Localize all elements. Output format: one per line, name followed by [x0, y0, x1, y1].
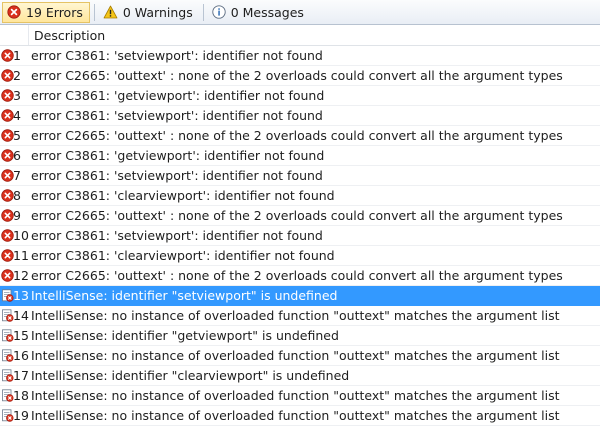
row-number: 19 [13, 408, 29, 423]
error-list-row[interactable]: 16 IntelliSense: no instance of overloade… [0, 346, 600, 366]
error-description: IntelliSense: identifier "setviewport" i… [31, 288, 338, 303]
error-list-row[interactable]: 13 IntelliSense: identifier "setviewport"… [0, 286, 600, 306]
column-header-row: Description [0, 25, 600, 46]
error-description: error C3861: 'setviewport': identifier n… [31, 48, 323, 63]
error-list-row[interactable]: 5 error C2665: 'outtext' : none of the 2 … [0, 126, 600, 146]
error-description: error C2665: 'outtext' : none of the 2 o… [31, 268, 563, 283]
row-number: 18 [13, 388, 29, 403]
error-list-row[interactable]: 6 error C3861: 'getviewport': identifier … [0, 146, 600, 166]
error-list-row[interactable]: 12 error C2665: 'outtext' : none of the 2… [0, 266, 600, 286]
row-number: 8 [13, 188, 21, 203]
row-number: 7 [13, 168, 21, 183]
row-number: 11 [13, 248, 29, 263]
error-list-row[interactable]: 18 IntelliSense: no instance of overloade… [0, 386, 600, 406]
error-description: error C2665: 'outtext' : none of the 2 o… [31, 128, 563, 143]
row-number: 5 [13, 128, 21, 143]
errors-filter-label: 19 Errors [26, 4, 83, 20]
description-column-header[interactable]: Description [34, 28, 105, 43]
error-list-row[interactable]: 15 IntelliSense: identifier "getviewport"… [0, 326, 600, 346]
row-number: 6 [13, 148, 21, 163]
warning-icon [103, 5, 118, 19]
row-number: 10 [13, 228, 29, 243]
row-number: 13 [13, 288, 29, 303]
row-number: 4 [13, 108, 21, 123]
row-number: 9 [13, 208, 21, 223]
warnings-filter-label: 0 Warnings [122, 4, 193, 20]
index-column-header[interactable] [0, 25, 29, 45]
error-description: IntelliSense: identifier "clearviewport"… [31, 368, 350, 383]
messages-filter-button[interactable]: 0 Messages [208, 2, 310, 23]
error-list-row[interactable]: 8 error C3861: 'clearviewport': identifie… [0, 186, 600, 206]
error-list: 1 error C3861: 'setviewport': identifier … [0, 46, 600, 426]
row-number: 16 [13, 348, 29, 363]
info-icon [212, 5, 226, 19]
warnings-filter-button[interactable]: 0 Warnings [99, 2, 199, 23]
error-list-row[interactable]: 7 error C3861: 'setviewport': identifier … [0, 166, 600, 186]
error-icon [7, 5, 21, 19]
error-description: error C3861: 'clearviewport': identifier… [31, 248, 335, 263]
error-list-row[interactable]: 1 error C3861: 'setviewport': identifier … [0, 46, 600, 66]
error-list-row[interactable]: 17 IntelliSense: identifier "clearviewpor… [0, 366, 600, 386]
row-number: 3 [13, 88, 21, 103]
error-list-row[interactable]: 10 error C3861: 'setviewport': identifier… [0, 226, 600, 246]
error-list-row[interactable]: 14 IntelliSense: no instance of overloade… [0, 306, 600, 326]
error-list-toolbar: 19 Errors 0 Warnings 0 Messages [0, 0, 600, 25]
error-description: error C3861: 'setviewport': identifier n… [31, 168, 323, 183]
row-number: 14 [13, 308, 29, 323]
error-list-row[interactable]: 9 error C2665: 'outtext' : none of the 2 … [0, 206, 600, 226]
error-list-row[interactable]: 11 error C3861: 'clearviewport': identifi… [0, 246, 600, 266]
error-list-row[interactable]: 19 IntelliSense: no instance of overloade… [0, 406, 600, 426]
row-number: 17 [13, 368, 29, 383]
error-description: error C2665: 'outtext' : none of the 2 o… [31, 68, 563, 83]
error-description: error C3861: 'clearviewport': identifier… [31, 188, 335, 203]
error-description: error C3861: 'setviewport': identifier n… [31, 228, 323, 243]
messages-filter-label: 0 Messages [230, 4, 304, 20]
error-description: error C3861: 'getviewport': identifier n… [31, 88, 325, 103]
error-description: IntelliSense: identifier "getviewport" i… [31, 328, 339, 343]
toolbar-separator [93, 3, 95, 21]
error-description: error C3861: 'setviewport': identifier n… [31, 108, 323, 123]
row-number: 15 [13, 328, 29, 343]
error-list-row[interactable]: 3 error C3861: 'getviewport': identifier … [0, 86, 600, 106]
row-number: 2 [13, 68, 21, 83]
row-number: 12 [13, 268, 29, 283]
error-list-row[interactable]: 2 error C2665: 'outtext' : none of the 2 … [0, 66, 600, 86]
error-description: error C3861: 'getviewport': identifier n… [31, 148, 325, 163]
error-description: IntelliSense: no instance of overloaded … [31, 308, 560, 323]
error-description: IntelliSense: no instance of overloaded … [31, 388, 560, 403]
errors-filter-button[interactable]: 19 Errors [2, 1, 90, 23]
row-number: 1 [13, 48, 21, 63]
error-description: error C2665: 'outtext' : none of the 2 o… [31, 208, 563, 223]
error-description: IntelliSense: no instance of overloaded … [31, 408, 560, 423]
error-description: IntelliSense: no instance of overloaded … [31, 348, 560, 363]
toolbar-separator [202, 3, 204, 21]
error-list-row[interactable]: 4 error C3861: 'setviewport': identifier … [0, 106, 600, 126]
